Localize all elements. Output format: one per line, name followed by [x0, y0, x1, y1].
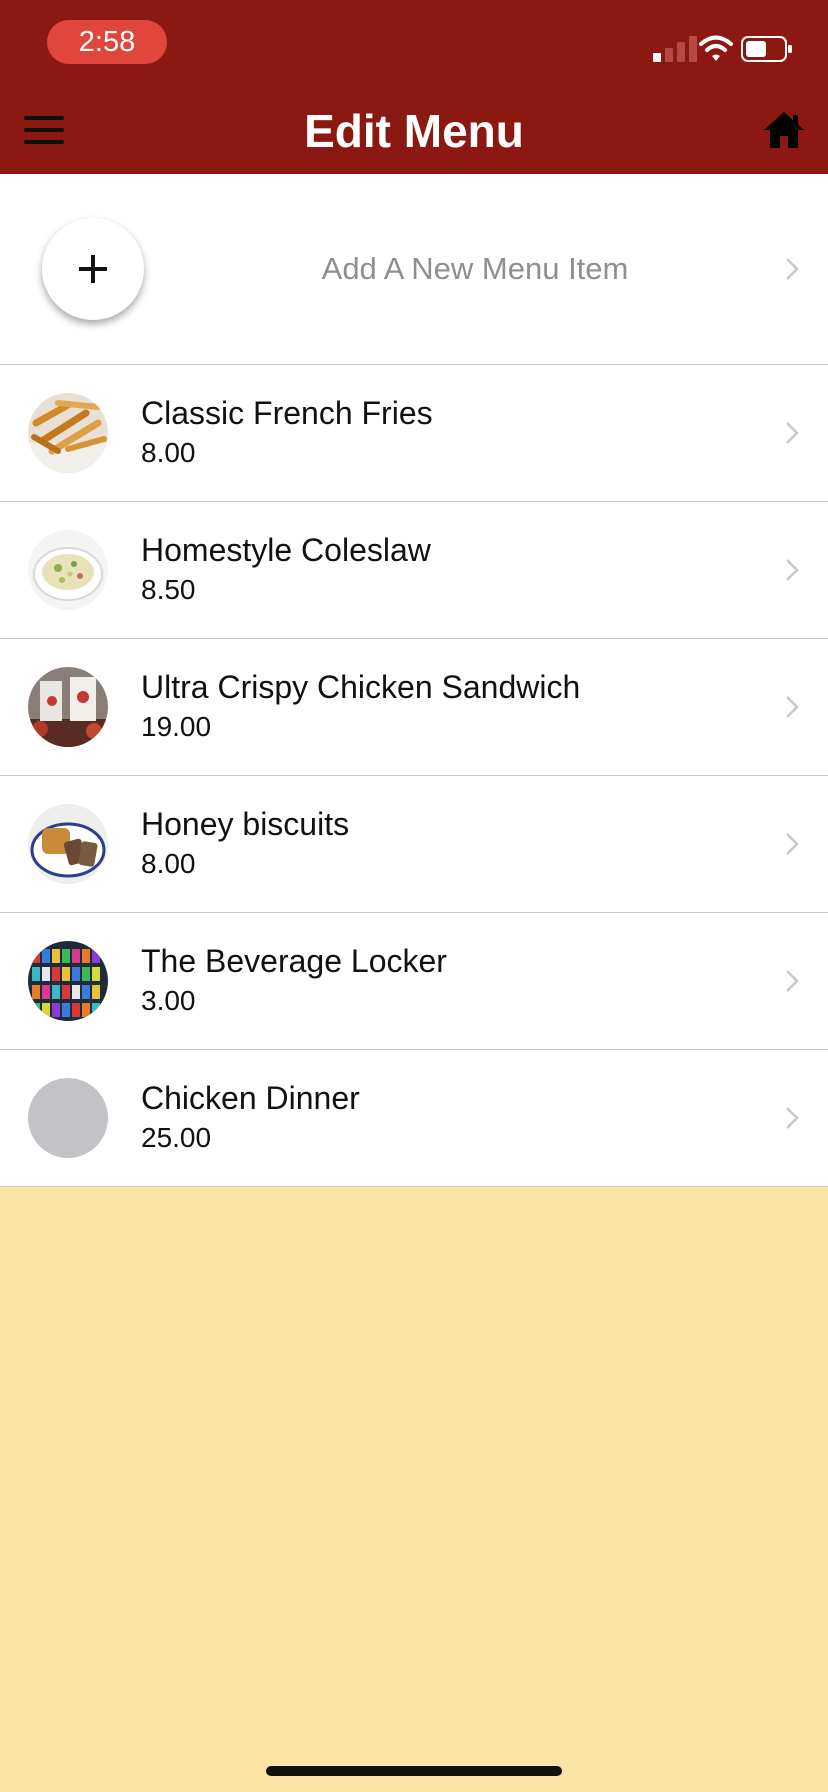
menu-item-row[interactable]: Chicken Dinner 25.00 — [0, 1050, 828, 1187]
placeholder-thumbnail — [28, 1078, 108, 1158]
menu-item-price: 25.00 — [141, 1122, 212, 1153]
menu-item-row[interactable]: Ultra Crispy Chicken Sandwich 19.00 — [0, 639, 828, 776]
chevron-right-icon — [786, 970, 799, 992]
honey-biscuits-thumbnail — [28, 804, 108, 884]
signal-icon — [653, 36, 697, 62]
page-title: Edit Menu — [304, 105, 524, 157]
menu-item-price: 19.00 — [141, 711, 212, 742]
menu-item-row[interactable]: Honey biscuits 8.00 — [0, 776, 828, 913]
chicken-sandwich-thumbnail — [28, 667, 108, 747]
home-icon[interactable] — [762, 110, 806, 150]
menu-item-row[interactable]: Classic French Fries 8.00 — [0, 365, 828, 502]
chevron-right-icon — [786, 422, 799, 444]
battery-icon — [741, 36, 792, 62]
menu-item-name: Classic French Fries — [141, 395, 433, 431]
beverage-locker-thumbnail — [28, 941, 108, 1021]
menu-item-name: The Beverage Locker — [141, 943, 447, 979]
menu-item-row[interactable]: The Beverage Locker 3.00 — [0, 913, 828, 1050]
menu-item-price: 8.00 — [141, 848, 196, 879]
chevron-right-icon — [786, 1107, 799, 1129]
add-new-menu-item-label: Add A New Menu Item — [321, 251, 629, 286]
chevron-right-icon — [786, 696, 799, 718]
french-fries-thumbnail — [28, 393, 108, 473]
add-new-menu-item-row[interactable]: Add A New Menu Item — [0, 174, 828, 365]
menu-item-price: 8.00 — [141, 437, 196, 468]
chevron-right-icon — [786, 258, 799, 280]
chevron-right-icon — [786, 559, 799, 581]
menu-item-price: 3.00 — [141, 985, 196, 1016]
home-indicator[interactable] — [266, 1766, 562, 1776]
menu-item-name: Homestyle Coleslaw — [141, 532, 431, 568]
status-time: 2:58 — [47, 20, 167, 64]
menu-item-row[interactable]: Homestyle Coleslaw 8.50 — [0, 502, 828, 639]
menu-item-price: 8.50 — [141, 574, 196, 605]
menu-item-name: Honey biscuits — [141, 806, 350, 842]
navigation-header: 2:58 Edit Menu — [0, 0, 828, 174]
plus-icon — [79, 255, 107, 283]
wifi-icon — [699, 35, 733, 61]
coleslaw-thumbnail — [28, 530, 108, 610]
menu-item-name: Chicken Dinner — [141, 1080, 360, 1116]
menu-items-list: Add A New Menu Item Classic French Fries — [0, 174, 828, 1187]
chevron-right-icon — [786, 833, 799, 855]
menu-item-name: Ultra Crispy Chicken Sandwich — [141, 669, 581, 705]
